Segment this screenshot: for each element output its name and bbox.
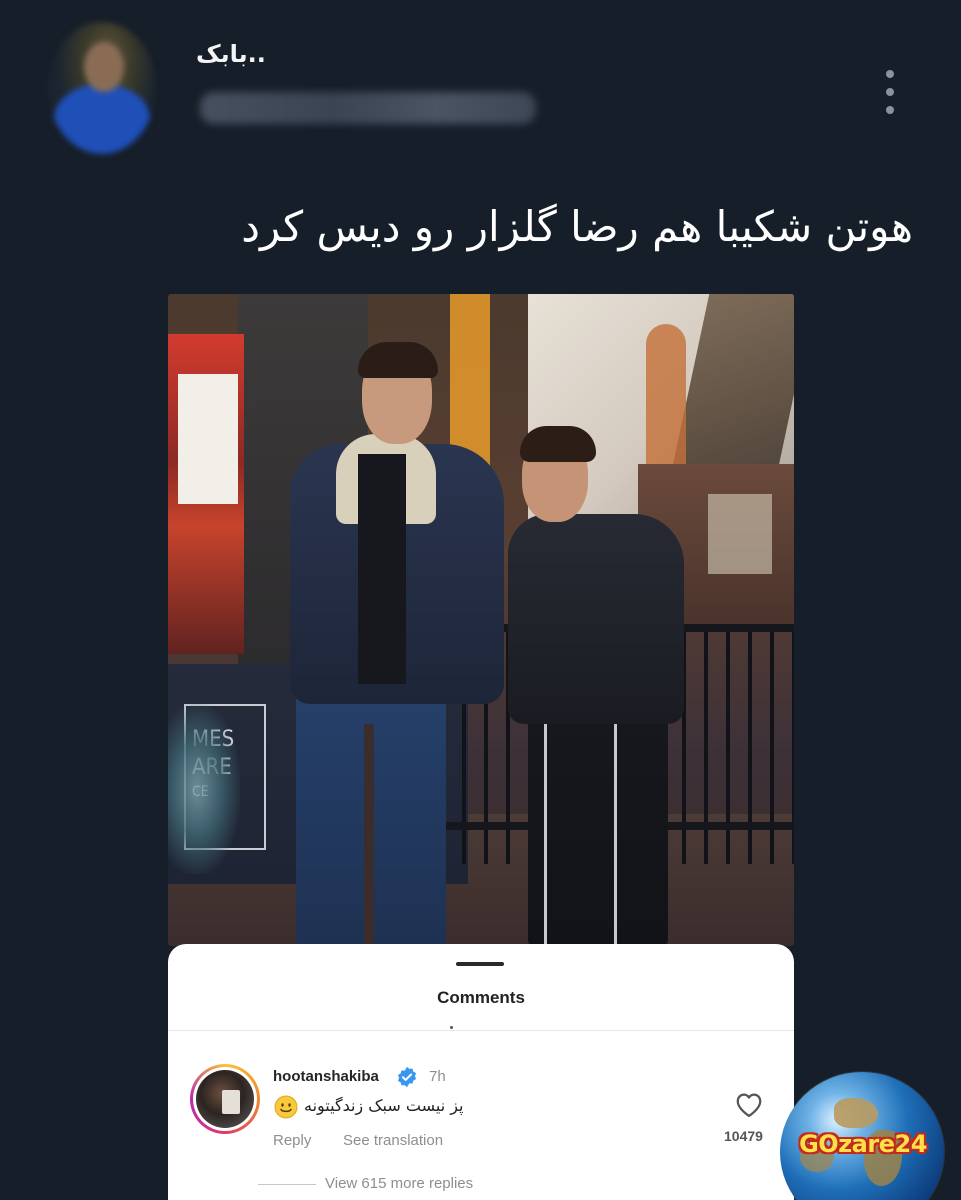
author-avatar[interactable] [48,22,156,154]
watermark-logo-text: GOzare24 [799,1130,927,1158]
commenter-avatar[interactable] [190,1064,260,1134]
comments-title: Comments [437,988,525,1007]
post-image[interactable]: MES ARE CE [168,294,794,946]
see-translation-button[interactable]: See translation [343,1132,443,1149]
comments-sheet: Comments hootanshakiba 7h پز نیست سبک زن… [168,944,794,1200]
divider-dot [450,1026,453,1029]
more-options-icon[interactable] [878,68,902,116]
verified-badge-icon [397,1066,417,1088]
post-text: هوتن شکیبا هم رضا گلزار رو دیس کرد [241,202,913,251]
like-count: 10479 [724,1128,763,1144]
divider [168,1030,794,1031]
blurred-handle [200,92,536,124]
smiling-face-emoji-icon [274,1095,298,1119]
comment-username[interactable]: hootanshakiba [273,1068,379,1085]
view-more-replies-button[interactable]: View 615 more replies [325,1175,473,1192]
comment-time: 7h [429,1068,446,1085]
comment-text: پز نیست سبک زندگیتونه [304,1096,464,1115]
reply-button[interactable]: Reply [273,1132,311,1149]
sheet-drag-handle[interactable] [456,962,504,966]
heart-icon[interactable] [734,1090,764,1118]
replies-line [258,1184,316,1185]
author-name[interactable]: بابک.. [196,40,266,68]
